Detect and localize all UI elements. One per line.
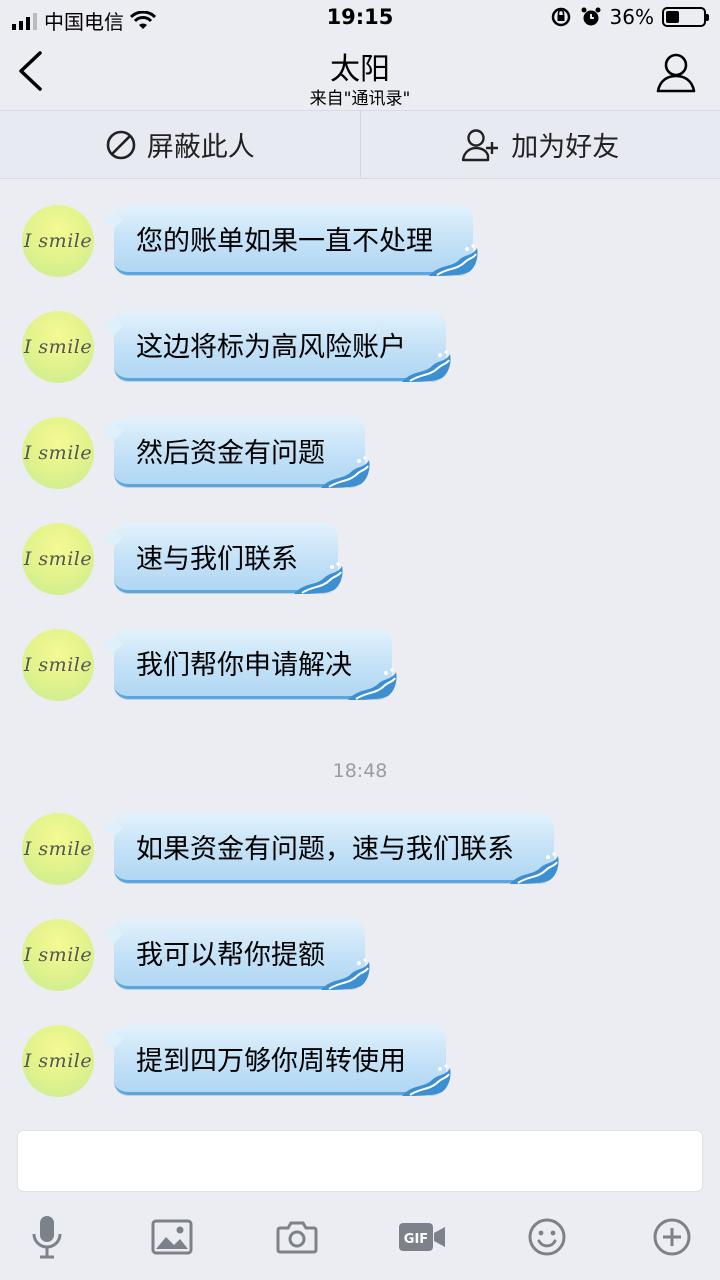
avatar-text: I smile xyxy=(23,336,93,358)
avatar[interactable]: I smile xyxy=(22,417,94,489)
avatar-text: I smile xyxy=(23,548,93,570)
nav-bar: 太阳 来自"通讯录" xyxy=(0,36,720,110)
avatar[interactable]: I smile xyxy=(22,523,94,595)
message-text: 这边将标为高风险账户 xyxy=(136,332,406,363)
bubble-tail xyxy=(103,422,123,442)
avatar[interactable]: I smile xyxy=(22,1025,94,1097)
input-toolbar: GIF xyxy=(0,1208,720,1268)
block-user-button[interactable]: 屏蔽此人 xyxy=(0,111,360,178)
profile-button[interactable] xyxy=(654,50,698,94)
avatar-text: I smile xyxy=(23,654,93,676)
message-text: 我们帮你申请解决 xyxy=(136,650,352,681)
add-friend-button[interactable]: 加为好友 xyxy=(361,111,720,178)
bubble-tail xyxy=(103,316,123,336)
person-icon xyxy=(656,53,696,93)
message-row: I smile 然后资金有问题 xyxy=(0,417,720,497)
battery-icon xyxy=(662,7,709,27)
image-icon xyxy=(151,1219,193,1255)
wave-decoration-icon xyxy=(510,852,559,884)
message-row: I smile 如果资金有问题，速与我们联系 xyxy=(0,813,720,893)
message-row: I smile 速与我们联系 xyxy=(0,523,720,603)
message-text: 我可以帮你提额 xyxy=(136,940,325,971)
message-text: 如果资金有问题，速与我们联系 xyxy=(136,834,514,865)
gif-label: GIF xyxy=(404,1232,428,1247)
wave-decoration-icon xyxy=(429,244,478,276)
emoji-icon xyxy=(528,1218,566,1256)
message-text: 速与我们联系 xyxy=(136,544,298,575)
status-right: 36% xyxy=(550,5,709,29)
bubble-tail xyxy=(103,634,123,654)
microphone-icon xyxy=(32,1216,62,1259)
message-text: 然后资金有问题 xyxy=(136,438,325,469)
block-icon xyxy=(106,130,136,159)
bubble-tail xyxy=(103,924,123,944)
status-bar: 中国电信 19:15 36% xyxy=(0,0,720,36)
avatar-text: I smile xyxy=(23,230,93,252)
bubble-tail xyxy=(103,528,123,548)
wave-decoration-icon xyxy=(321,958,370,990)
rotation-lock-icon xyxy=(551,7,570,27)
camera-button[interactable] xyxy=(272,1208,322,1266)
wave-decoration-icon xyxy=(402,1064,451,1096)
bubble-tail xyxy=(103,818,123,838)
avatar-text: I smile xyxy=(23,944,93,966)
battery-fill xyxy=(666,11,679,23)
avatar-text: I smile xyxy=(23,1050,93,1072)
emoji-button[interactable] xyxy=(522,1208,572,1266)
message-bubble[interactable]: 我可以帮你提额 xyxy=(103,919,370,990)
alarm-icon xyxy=(581,7,601,26)
avatar-text: I smile xyxy=(23,442,93,464)
wave-decoration-icon xyxy=(402,350,451,382)
message-text: 提到四万够你周转使用 xyxy=(136,1046,406,1077)
gif-icon: GIF xyxy=(399,1223,445,1251)
bubble-tail xyxy=(103,1030,123,1050)
message-bubble[interactable]: 这边将标为高风险账户 xyxy=(103,311,451,382)
avatar-text: I smile xyxy=(23,838,93,860)
chat-title: 太阳 xyxy=(330,52,390,87)
avatar[interactable]: I smile xyxy=(22,919,94,991)
plus-icon xyxy=(653,1218,691,1256)
avatar[interactable]: I smile xyxy=(22,311,94,383)
chat-subtitle: 来自"通讯录" xyxy=(309,89,411,109)
battery-percent: 36% xyxy=(609,5,654,29)
message-bubble[interactable]: 您的账单如果一直不处理 xyxy=(103,205,478,276)
message-input[interactable] xyxy=(17,1130,703,1192)
bubble-tail xyxy=(103,210,123,230)
message-row: I smile 这边将标为高风险账户 xyxy=(0,311,720,391)
wave-decoration-icon xyxy=(321,456,370,488)
action-bar: 屏蔽此人 加为好友 xyxy=(0,110,720,179)
message-text: 您的账单如果一直不处理 xyxy=(136,226,433,257)
more-button[interactable] xyxy=(647,1208,697,1266)
image-button[interactable] xyxy=(147,1208,197,1266)
message-bubble[interactable]: 我们帮你申请解决 xyxy=(103,629,397,700)
message-bubble[interactable]: 然后资金有问题 xyxy=(103,417,370,488)
message-row: I smile 我们帮你申请解决 xyxy=(0,629,720,709)
avatar[interactable]: I smile xyxy=(22,205,94,277)
avatar[interactable]: I smile xyxy=(22,813,94,885)
camera-icon xyxy=(276,1221,318,1254)
message-row: I smile 提到四万够你周转使用 xyxy=(0,1025,720,1105)
add-person-icon xyxy=(462,128,499,161)
block-user-label: 屏蔽此人 xyxy=(146,132,255,163)
avatar[interactable]: I smile xyxy=(22,629,94,701)
wave-decoration-icon xyxy=(294,562,343,594)
message-row: I smile 您的账单如果一直不处理 xyxy=(0,205,720,285)
message-bubble[interactable]: 如果资金有问题，速与我们联系 xyxy=(103,813,559,884)
message-row: I smile 我可以帮你提额 xyxy=(0,919,720,999)
add-friend-label: 加为好友 xyxy=(511,132,620,163)
message-bubble[interactable]: 速与我们联系 xyxy=(103,523,343,594)
message-bubble[interactable]: 提到四万够你周转使用 xyxy=(103,1025,451,1096)
timestamp-separator: 18:48 xyxy=(332,760,388,782)
wave-decoration-icon xyxy=(348,668,397,700)
voice-button[interactable] xyxy=(22,1208,72,1266)
gif-button[interactable]: GIF xyxy=(397,1208,447,1266)
